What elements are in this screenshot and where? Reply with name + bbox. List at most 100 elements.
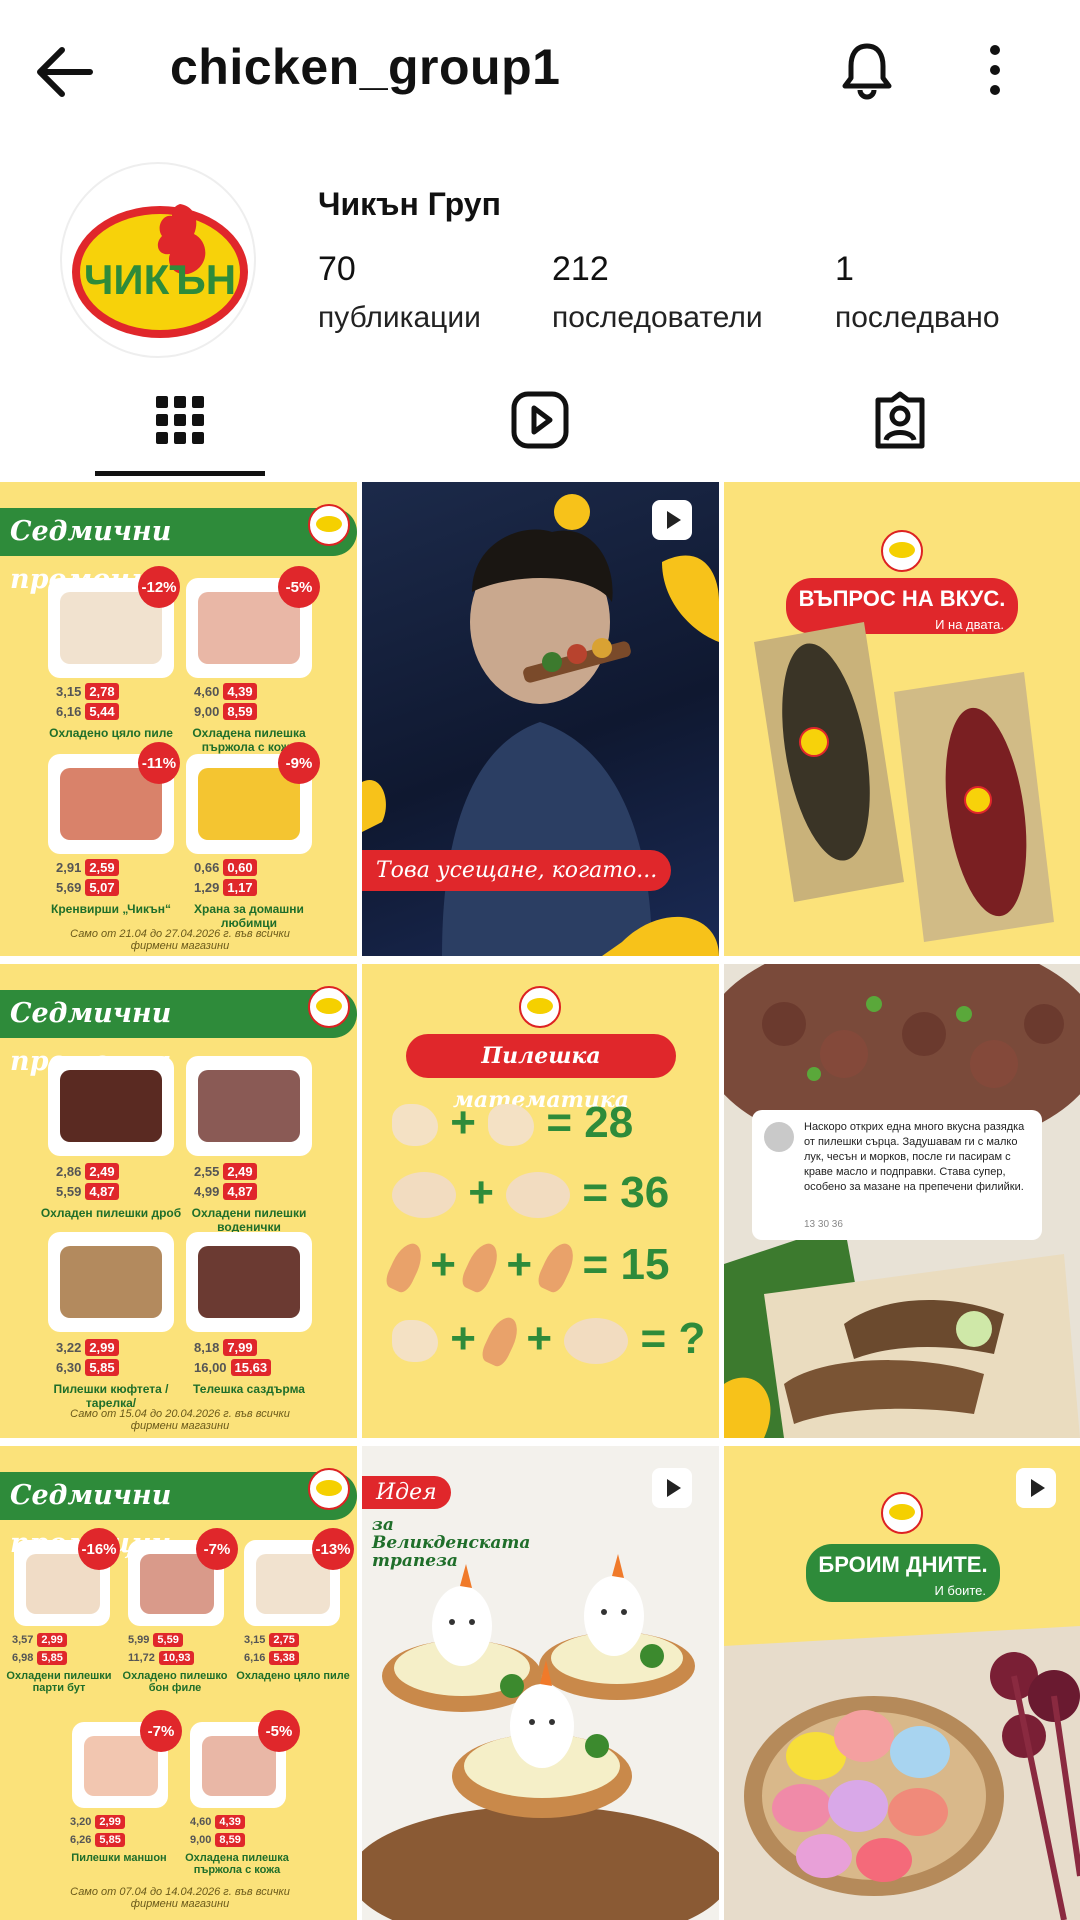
math-row: + = 28 [392, 1098, 633, 1148]
chicken-wing-icon [392, 1320, 438, 1363]
drumstick-icon [534, 1239, 580, 1296]
price-row: 0,66 0,60 [194, 859, 257, 876]
price-row: 5,69 5,07 [56, 879, 119, 896]
profile-tabs [0, 370, 1080, 480]
stat-following-count: 1 [835, 250, 854, 288]
post-title: Пилешка математика [406, 1034, 676, 1113]
product-name: Пилешки кюфтета /тарелка/ [53, 1382, 169, 1410]
post-video-boy[interactable]: Това усещане, когато... [362, 482, 719, 956]
back-button[interactable] [28, 40, 100, 104]
whole-chicken-icon [392, 1172, 456, 1219]
promo-footer: Само от 07.04 до 14.04.2026 г. във всичк… [70, 1886, 290, 1910]
discount-badge: -5% [278, 566, 320, 608]
chicken-wing-icon [488, 1104, 535, 1147]
drumstick-icon [382, 1239, 428, 1296]
post-easter-idea[interactable]: Идея за Великденската трапеза [362, 1446, 719, 1920]
brand-logo-icon [308, 1468, 350, 1510]
post-weekly-promo-1[interactable]: Седмични промоции -12% 3,152,78 6,165,44… [0, 482, 357, 956]
price-row: 5,99 5,59 [128, 1633, 183, 1647]
arrow-left-icon [37, 47, 93, 97]
price-row: 5,59 4,87 [56, 1183, 119, 1200]
post-counting-days[interactable]: БРОИМ ДНИТЕ. И боите. [724, 1446, 1080, 1920]
product-card [186, 1056, 312, 1156]
product-name: Охладен пилешки дроб [40, 1206, 182, 1220]
discount-badge: -13% [312, 1528, 354, 1570]
reels-icon [511, 391, 569, 449]
post-weekly-promo-2[interactable]: Седмични промоции 2,862,49 5,594,87 Охла… [0, 964, 357, 1438]
tagged-person-icon [875, 391, 925, 449]
stat-posts-label: публикации [318, 301, 481, 334]
stat-following[interactable]: 1 последвано [835, 250, 1000, 335]
price-row: 3,15 2,75 [244, 1633, 299, 1647]
stat-followers-label: последователи [552, 301, 763, 334]
post-chicken-hearts-spread[interactable]: Наскоро открих една много вкусна разядка… [724, 964, 1080, 1438]
tab-reels[interactable] [360, 370, 720, 470]
price-row: 2,55 2,49 [194, 1163, 257, 1180]
post-chicken-math[interactable]: Пилешка математика + = 28 + = 36 + + = 1… [362, 964, 719, 1438]
product-card [48, 1056, 174, 1156]
price-row: 8,18 7,99 [194, 1339, 257, 1356]
top-bar: chicken_group1 [0, 0, 1080, 140]
tab-tagged[interactable] [720, 370, 1080, 470]
discount-badge: -5% [258, 1710, 300, 1752]
profile-avatar[interactable]: ЧИКЪН [60, 162, 256, 358]
easter-eggs-basket-image [724, 1626, 1080, 1920]
product-name: Храна за домашни любимци [194, 902, 304, 930]
product-name: Охладени пилешки парти бут [6, 1670, 112, 1694]
product-name: Телешка саздърма [193, 1382, 305, 1396]
more-options-button[interactable] [975, 38, 1015, 102]
product-name: Пилешки маншон [71, 1852, 167, 1864]
price-row: 3,20 2,99 [70, 1815, 125, 1829]
post-weekly-promo-3[interactable]: Седмични промоции -16% 3,572,99 6,985,85… [0, 1446, 357, 1920]
reel-indicator-icon [652, 500, 692, 540]
chicken-wing-icon [392, 1104, 438, 1147]
discount-badge: -12% [138, 566, 180, 608]
posts-grid: Седмични промоции -12% 3,152,78 6,165,44… [0, 482, 1080, 1920]
price-row: 6,16 5,38 [244, 1651, 299, 1665]
whole-chicken-icon [506, 1172, 571, 1219]
stat-posts-count: 70 [318, 250, 356, 288]
post-title: за Великденската трапеза [372, 1515, 531, 1571]
price-row: 9,00 8,59 [190, 1833, 245, 1847]
discount-badge: -11% [138, 742, 180, 784]
comment-text: Наскоро открих една много вкусна разядка… [804, 1121, 1025, 1193]
price-row: 6,26 5,85 [70, 1833, 125, 1847]
product-name: Охладени пилешки воденички [191, 1206, 307, 1234]
price-row: 6,98 5,85 [12, 1651, 67, 1665]
whole-chicken-icon [564, 1318, 629, 1365]
discount-badge: -9% [278, 742, 320, 784]
commenter-avatar [764, 1122, 794, 1152]
bell-icon [842, 43, 892, 100]
stat-followers[interactable]: 212 последователи [552, 250, 763, 335]
product-name: Охладено цяло пиле [49, 726, 173, 740]
stat-posts[interactable]: 70 публикации [318, 250, 481, 335]
price-row: 2,86 2,49 [56, 1163, 119, 1180]
promo-footer: Само от 15.04 до 20.04.2026 г. във всичк… [70, 1408, 290, 1432]
stat-followers-count: 212 [552, 250, 609, 288]
more-vertical-icon [990, 45, 1000, 95]
price-row: 16,00 15,63 [194, 1359, 272, 1376]
discount-badge: -7% [196, 1528, 238, 1570]
reel-indicator-icon [652, 1468, 692, 1508]
brand-logo-icon [519, 986, 561, 1028]
post-question-of-taste[interactable]: ВЪПРОС НА ВКУС. И на двата. [724, 482, 1080, 956]
comment-stats: 13 30 36 [804, 1219, 843, 1230]
logo-text: ЧИКЪН [84, 256, 236, 303]
price-row: 6,16 5,44 [56, 703, 119, 720]
chicken-logo: ЧИКЪН [72, 204, 248, 338]
product-name: Охладена пилешка пържола с кожа [185, 1852, 289, 1876]
product-name: Охладено цяло пиле [236, 1670, 350, 1682]
product-card [186, 1232, 312, 1332]
tab-grid[interactable] [0, 370, 360, 470]
post-tag: Идея [362, 1476, 451, 1509]
stat-following-label: последвано [835, 301, 1000, 334]
comment-card: Наскоро открих една много вкусна разядка… [752, 1110, 1042, 1240]
post-title: Седмични промоции [0, 1472, 357, 1559]
profile-display-name: Чикън Груп [318, 186, 501, 222]
math-row: + + = 15 [382, 1239, 669, 1296]
notifications-button[interactable] [835, 38, 899, 102]
product-name: Кренвирши „Чикън“ [51, 902, 171, 916]
price-row: 4,60 4,39 [194, 683, 257, 700]
discount-badge: -16% [78, 1528, 120, 1570]
price-row: 9,00 8,59 [194, 703, 257, 720]
